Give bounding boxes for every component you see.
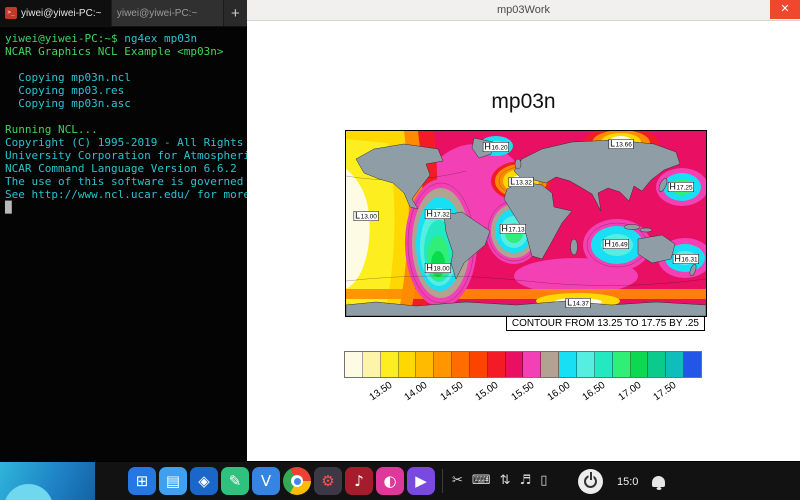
terminal-line (5, 110, 243, 123)
labelbar-label: 14.00 (403, 380, 430, 403)
labelbar-box (559, 352, 577, 377)
map-markers-layer: H16.20 L13.66 L13.32 H17.25 L13.00 H17.32 H17.… (346, 131, 706, 316)
plot-title: mp03n (247, 90, 800, 114)
labelbar-label: 17.00 (616, 380, 643, 403)
map-low-marker: L14.37 (566, 299, 590, 308)
tray-battery-icon[interactable]: ▯ (540, 467, 547, 495)
system-tray: ✂ ⌨ ⇅ ♬ ▯ (452, 467, 547, 495)
labelbar-box (363, 352, 381, 377)
taskbar-right: 15:0 (578, 462, 665, 500)
labelbar-label: 15.50 (510, 380, 537, 403)
map-high-marker: H16.31 (673, 255, 698, 264)
terminal-tab-2[interactable]: yiwei@yiwei-PC:~ (112, 0, 224, 26)
desktop-wallpaper[interactable] (0, 462, 95, 500)
map-high-marker: H16.49 (603, 240, 628, 249)
terminal-line: Copying mp03n.asc (5, 97, 243, 110)
chrome-icon[interactable] (283, 467, 311, 495)
app-store-icon[interactable]: ◈ (190, 467, 218, 495)
dock-separator (442, 469, 443, 493)
new-tab-button[interactable]: + (224, 0, 247, 26)
labelbar-label: 16.50 (581, 380, 608, 403)
terminal-tab-bar: >_ yiwei@yiwei-PC:~ yiwei@yiwei-PC:~ + (0, 0, 247, 27)
contour-map: H16.20 L13.66 L13.32 H17.25 L13.00 H17.32 H17.… (345, 130, 707, 317)
labelbar-box (488, 352, 506, 377)
clock[interactable]: 15:0 (617, 476, 638, 488)
tray-keyboard-icon[interactable]: ⌨ (472, 467, 491, 495)
video-icon[interactable]: ▶ (407, 467, 435, 495)
map-low-marker: L13.00 (354, 212, 378, 221)
tray-network-icon[interactable]: ⇅ (500, 467, 511, 495)
ncl-graphics-window: mp03Work ✕ mp03n (247, 0, 800, 461)
terminal-line: The use of this software is governed by … (5, 175, 243, 188)
tray-screenshot-icon[interactable]: ✂ (452, 467, 463, 495)
terminal-line: █ (5, 201, 243, 214)
terminal-line: See http://www.ncl.ucar.edu/ for more de… (5, 188, 243, 201)
labelbar-box (648, 352, 666, 377)
labelbar-labels: 13.50 14.00 14.50 15.00 15.50 16.00 16.50 17.00… (345, 380, 701, 404)
power-button[interactable] (578, 469, 603, 494)
contour-info-label: CONTOUR FROM 13.25 TO 17.75 BY .25 (506, 316, 705, 331)
labelbar-box (452, 352, 470, 377)
labelbar-box (399, 352, 417, 377)
labelbar-label: 15.00 (474, 380, 501, 403)
notification-bell-icon[interactable] (652, 476, 665, 487)
labelbar-box (416, 352, 434, 377)
labelbar-label: 17.50 (652, 380, 679, 403)
music-icon[interactable]: ♪ (345, 467, 373, 495)
terminal-line: Copyright (C) 1995-2019 - All Rights Res… (5, 136, 243, 149)
file-manager-icon[interactable]: ▤ (159, 467, 187, 495)
labelbar-label: 14.50 (438, 380, 465, 403)
labelbar-box (381, 352, 399, 377)
terminal-tab-2-label: yiwei@yiwei-PC:~ (117, 8, 197, 19)
labelbar-box (631, 352, 649, 377)
media-player-icon[interactable]: V (252, 467, 280, 495)
terminal-line: Copying mp03.res (5, 84, 243, 97)
text-editor-icon[interactable]: ✎ (221, 467, 249, 495)
map-high-marker: H17.25 (668, 183, 693, 192)
launcher-icon[interactable]: ⊞ (128, 467, 156, 495)
terminal-window: >_ yiwei@yiwei-PC:~ yiwei@yiwei-PC:~ + y… (0, 0, 247, 461)
map-high-marker: H17.13 (500, 225, 525, 234)
labelbar-box (666, 352, 684, 377)
map-low-marker: L13.66 (609, 140, 633, 149)
terminal-line (5, 58, 243, 71)
terminal-line: yiwei@yiwei-PC:~$ ng4ex mp03n (5, 32, 243, 45)
image-viewer-icon[interactable]: ◐ (376, 467, 404, 495)
map-high-marker: H16.20 (483, 143, 508, 152)
terminal-tab-1[interactable]: >_ yiwei@yiwei-PC:~ (0, 0, 112, 26)
desktop: >_ yiwei@yiwei-PC:~ yiwei@yiwei-PC:~ + y… (0, 0, 800, 500)
terminal-line: University Corporation for Atmospheric R… (5, 149, 243, 162)
map-high-marker: H17.32 (425, 210, 450, 219)
ncl-plot-area: mp03n (247, 0, 800, 461)
labelbar-box (470, 352, 488, 377)
taskbar: ⊞▤◈✎V ⚙♪◐▶ ✂ ⌨ ⇅ ♬ ▯ 15:0 (0, 461, 800, 500)
terminal-line: Copying mp03n.ncl (5, 71, 243, 84)
control-center-icon[interactable]: ⚙ (314, 467, 342, 495)
dock-app-list: ⊞▤◈✎V ⚙♪◐▶ (128, 467, 435, 495)
labelbar-box (577, 352, 595, 377)
labelbar-label: 16.00 (545, 380, 572, 403)
terminal-line: NCAR Graphics NCL Example <mp03n> (5, 45, 243, 58)
terminal-line: NCAR Command Language Version 6.6.2 (5, 162, 243, 175)
labelbar-box (345, 352, 363, 377)
labelbar-box (434, 352, 452, 377)
terminal-output[interactable]: yiwei@yiwei-PC:~$ ng4ex mp03nNCAR Graphi… (0, 27, 247, 214)
map-low-marker: L13.32 (509, 178, 533, 187)
terminal-tab-1-label: yiwei@yiwei-PC:~ (21, 8, 101, 19)
terminal-line: Running NCL... (5, 123, 243, 136)
tray-volume-icon[interactable]: ♬ (520, 467, 532, 495)
labelbar-box (541, 352, 559, 377)
map-high-marker: H18.00 (425, 264, 450, 273)
labelbar-box (613, 352, 631, 377)
labelbar-box (684, 352, 701, 377)
terminal-app-icon: >_ (5, 7, 17, 19)
labelbar-box (523, 352, 541, 377)
labelbar-label: 13.50 (367, 380, 394, 403)
labelbar (345, 352, 701, 377)
labelbar-box (595, 352, 613, 377)
labelbar-box (506, 352, 524, 377)
